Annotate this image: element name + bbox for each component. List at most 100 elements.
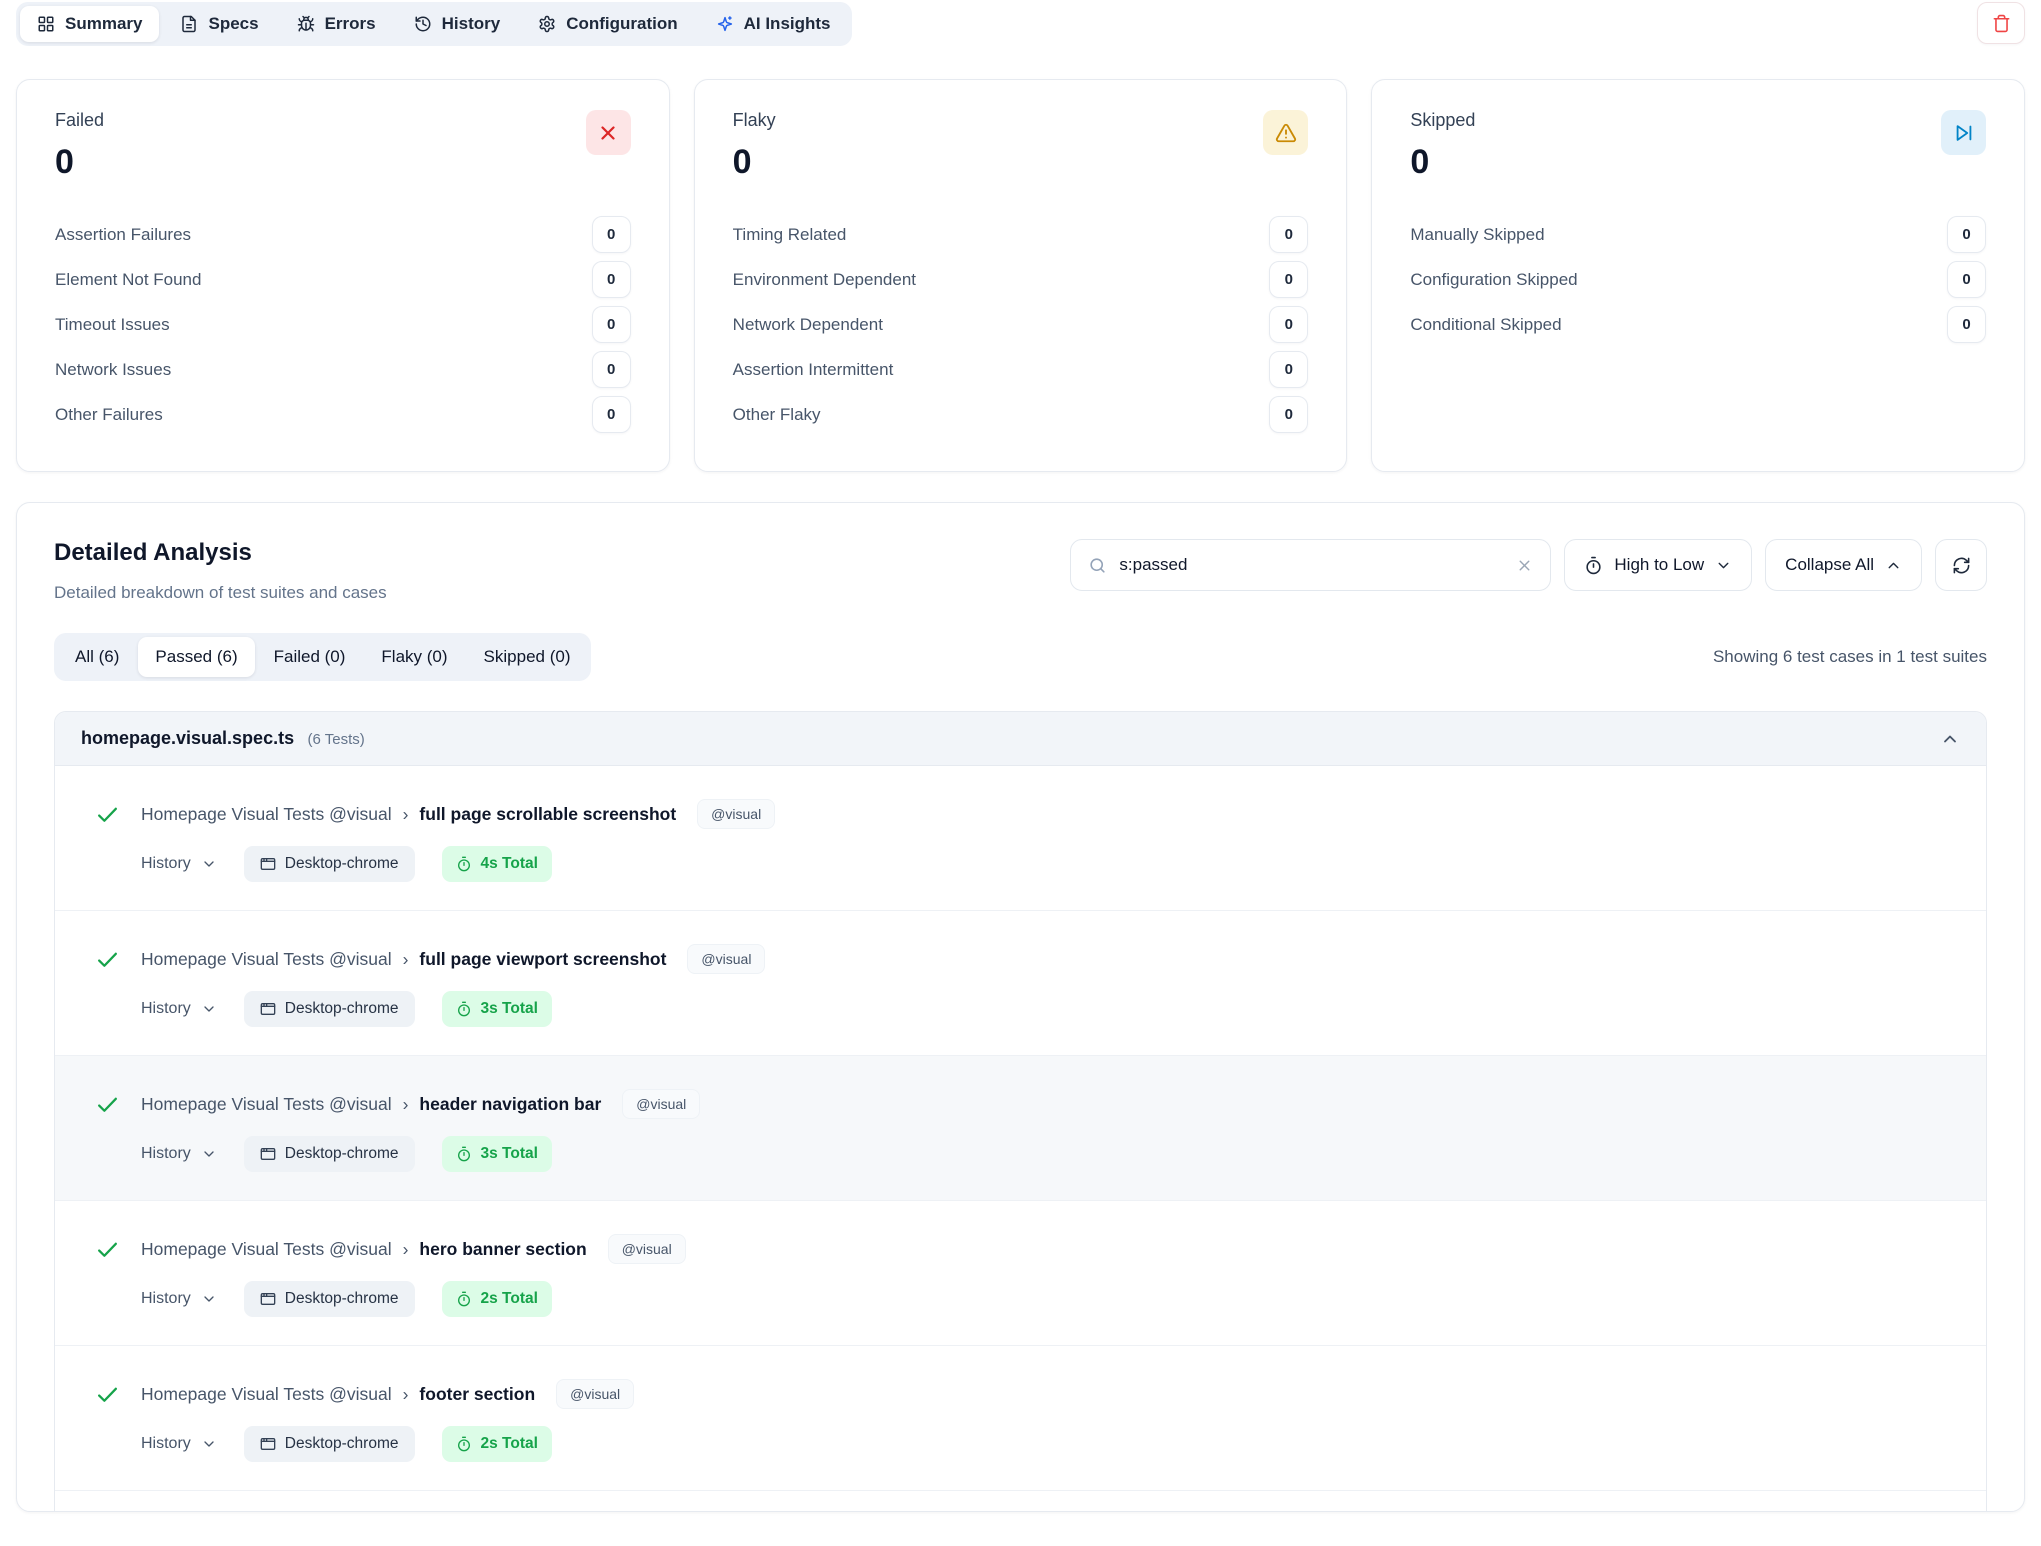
- test-case-row[interactable]: Homepage Visual Tests @visual › footer s…: [55, 1345, 1986, 1490]
- stat-label: Manually Skipped: [1410, 225, 1544, 245]
- filter-passed[interactable]: Passed (6): [138, 637, 254, 677]
- stat-row: Assertion Failures0: [55, 212, 631, 257]
- chevron-down-icon: [201, 856, 217, 872]
- filter-all[interactable]: All (6): [58, 637, 136, 677]
- stat-label: Environment Dependent: [733, 270, 916, 290]
- file-icon: [180, 15, 198, 33]
- history-dropdown[interactable]: History: [141, 1145, 217, 1163]
- refresh-button[interactable]: [1935, 539, 1987, 591]
- test-suite-group: homepage.visual.spec.ts (6 Tests) Homepa…: [54, 711, 1987, 1512]
- sort-dropdown[interactable]: High to Low: [1564, 539, 1752, 591]
- stat-count-badge: 0: [1269, 216, 1308, 253]
- tab-summary[interactable]: Summary: [20, 6, 159, 42]
- tab-specs[interactable]: Specs: [163, 6, 275, 42]
- test-suite-prefix: Homepage Visual Tests @visual: [141, 949, 392, 970]
- tag-badge: @visual: [687, 944, 765, 974]
- tab-errors[interactable]: Errors: [280, 6, 393, 42]
- history-dropdown[interactable]: History: [141, 1000, 217, 1018]
- timer-icon: [456, 856, 472, 872]
- search-input[interactable]: [1119, 555, 1504, 575]
- filter-skipped[interactable]: Skipped (0): [467, 637, 588, 677]
- test-case-row[interactable]: Homepage Visual Tests @visual › header n…: [55, 1055, 1986, 1200]
- test-case-row[interactable]: Homepage Visual Tests @visual › hero ban…: [55, 1200, 1986, 1345]
- tag-badge: @visual: [556, 1379, 634, 1409]
- filter-flaky[interactable]: Flaky (0): [364, 637, 464, 677]
- chevron-down-icon: [1715, 557, 1732, 574]
- test-case-row[interactable]: Homepage Visual Tests @visual › full pag…: [55, 766, 1986, 910]
- card-count: 0: [1410, 143, 1475, 182]
- x-icon: [586, 110, 631, 155]
- breadcrumb-separator: ›: [401, 1094, 411, 1115]
- history-label: History: [141, 855, 191, 873]
- stat-row: Assertion Intermittent0: [733, 347, 1309, 392]
- sort-label: High to Low: [1614, 555, 1704, 575]
- stat-count-badge: 0: [1269, 396, 1308, 433]
- tab-label: Errors: [325, 14, 376, 34]
- stat-label: Network Issues: [55, 360, 171, 380]
- breadcrumb-separator: ›: [401, 1384, 411, 1405]
- stat-count-badge: 0: [1269, 261, 1308, 298]
- report-tabs: Summary Specs Errors History Configurati…: [16, 2, 852, 46]
- history-icon: [414, 15, 432, 33]
- history-dropdown[interactable]: History: [141, 855, 217, 873]
- timer-icon: [1584, 556, 1603, 575]
- browser-window-icon: [260, 856, 276, 872]
- browser-badge: Desktop-chrome: [244, 1136, 415, 1172]
- test-name: header navigation bar: [419, 1094, 601, 1115]
- stat-count-badge: 0: [592, 396, 631, 433]
- test-case-row[interactable]: Homepage Visual Tests @visual › full pag…: [55, 910, 1986, 1055]
- browser-window-icon: [260, 1291, 276, 1307]
- stat-label: Timeout Issues: [55, 315, 170, 335]
- card-title: Failed: [55, 110, 104, 131]
- browser-window-icon: [260, 1001, 276, 1017]
- stat-label: Other Flaky: [733, 405, 821, 425]
- stat-row: Configuration Skipped0: [1410, 257, 1986, 302]
- breadcrumb-separator: ›: [401, 949, 411, 970]
- history-dropdown[interactable]: History: [141, 1290, 217, 1308]
- search-icon: [1088, 556, 1107, 575]
- bug-icon: [297, 15, 315, 33]
- test-name: footer section: [419, 1384, 535, 1405]
- collapse-all-button[interactable]: Collapse All: [1765, 539, 1922, 591]
- test-suite-prefix: Homepage Visual Tests @visual: [141, 804, 392, 825]
- breadcrumb-separator: ›: [401, 804, 411, 825]
- suite-name: homepage.visual.spec.ts: [81, 728, 294, 748]
- stat-row: Timeout Issues0: [55, 302, 631, 347]
- timer-icon: [456, 1001, 472, 1017]
- suite-header[interactable]: homepage.visual.spec.ts (6 Tests): [55, 712, 1986, 766]
- tab-ai-insights[interactable]: AI Insights: [699, 6, 848, 42]
- stat-row: Other Failures 0: [55, 392, 631, 437]
- test-suite-prefix: Homepage Visual Tests @visual: [141, 1094, 392, 1115]
- sparkles-icon: [716, 15, 734, 33]
- stat-label: Conditional Skipped: [1410, 315, 1561, 335]
- delete-report-button[interactable]: [1977, 2, 2025, 44]
- test-name: hero banner section: [419, 1239, 586, 1260]
- tag-badge: @visual: [697, 799, 775, 829]
- stat-row: Timing Related0: [733, 212, 1309, 257]
- stat-count-badge: 0: [592, 216, 631, 253]
- tab-history[interactable]: History: [397, 6, 518, 42]
- card-count: 0: [55, 143, 104, 182]
- stat-label: Network Dependent: [733, 315, 883, 335]
- filter-failed[interactable]: Failed (0): [257, 637, 363, 677]
- tab-label: History: [442, 14, 501, 34]
- timer-icon: [456, 1146, 472, 1162]
- stat-row: Other Flaky 0: [733, 392, 1309, 437]
- history-label: History: [141, 1000, 191, 1018]
- stat-row: Environment Dependent 0: [733, 257, 1309, 302]
- test-name: full page viewport screenshot: [419, 949, 666, 970]
- browser-badge: Desktop-chrome: [244, 1281, 415, 1317]
- tag-badge: @visual: [622, 1089, 700, 1119]
- chevron-up-icon[interactable]: [1940, 729, 1960, 749]
- clear-search-icon[interactable]: [1516, 557, 1533, 574]
- stat-label: Other Failures: [55, 405, 163, 425]
- test-case-row[interactable]: Homepage Visual Tests @visual › featured…: [55, 1490, 1986, 1512]
- suite-test-count: (6 Tests): [308, 731, 365, 748]
- stat-row: Element Not Found0: [55, 257, 631, 302]
- chevron-down-icon: [201, 1001, 217, 1017]
- summary-cards: Failed 0 Assertion Failures0 Element Not…: [0, 46, 2041, 472]
- history-dropdown[interactable]: History: [141, 1435, 217, 1453]
- test-suite-prefix: Homepage Visual Tests @visual: [141, 1384, 392, 1405]
- stat-row: Conditional Skipped0: [1410, 302, 1986, 347]
- tab-configuration[interactable]: Configuration: [521, 6, 694, 42]
